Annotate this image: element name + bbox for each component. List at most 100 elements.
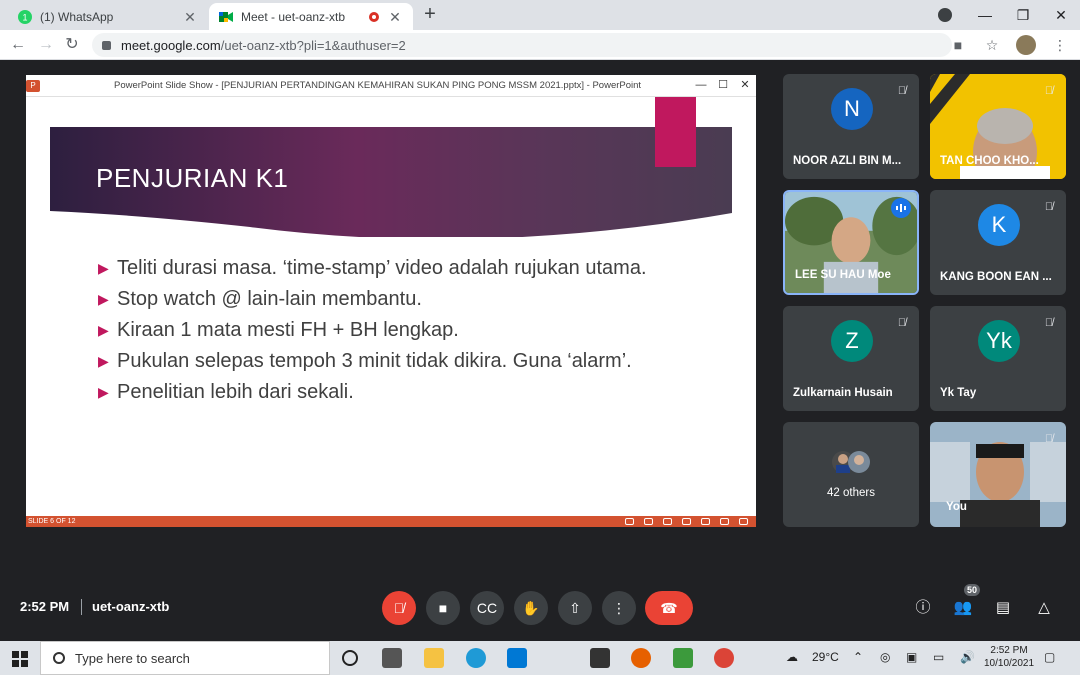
slide-counter: SLIDE 6 OF 12: [28, 518, 76, 525]
participant-tile[interactable]: 🎙̸ N NOOR AZLI BIN M...: [783, 74, 919, 179]
participant-name: Yk Tay: [940, 387, 977, 399]
participant-tile-active-speaker[interactable]: LEE SU HAU Moe: [783, 190, 919, 295]
camera-icon[interactable]: ■: [948, 35, 968, 55]
ppt-status-bar: SLIDE 6 OF 12: [26, 516, 756, 527]
participant-name: NOOR AZLI BIN M...: [793, 155, 902, 167]
minimize-icon[interactable]: —: [966, 7, 1004, 23]
weather-icon[interactable]: ☁: [786, 650, 798, 664]
meet-stage: P PowerPoint Slide Show - [PENJURIAN PER…: [0, 61, 1080, 641]
tab-whatsapp[interactable]: 1 (1) WhatsApp ✕: [8, 3, 208, 30]
people-icon[interactable]: 👥: [952, 597, 974, 619]
store-icon[interactable]: [590, 648, 610, 668]
others-tile[interactable]: 42 others: [783, 422, 919, 527]
menu-icon[interactable]: ⋮: [1050, 35, 1070, 55]
participant-name: Zulkarnain Husain: [793, 387, 893, 399]
firefox-icon[interactable]: [631, 648, 651, 668]
whatsapp-icon: 1: [18, 9, 32, 24]
minimize-icon[interactable]: —: [690, 75, 712, 97]
chat-icon[interactable]: ▤: [992, 597, 1014, 619]
reading-view-icon[interactable]: [720, 518, 729, 525]
restore-icon[interactable]: ❐: [1004, 7, 1042, 24]
chrome-icon[interactable]: [714, 648, 734, 668]
triangle-bullet-icon: ▶: [98, 353, 109, 369]
list-item: ▶ Kiraan 1 mata mesti FH + BH lengkap.: [98, 319, 459, 341]
taskbar-clock[interactable]: 2:52 PM 10/10/2021: [984, 644, 1034, 670]
reload-icon[interactable]: ↻: [62, 35, 82, 55]
mic-off-icon: 🎙̸: [1044, 317, 1054, 329]
address-bar[interactable]: meet.google.com/uet-oanz-xtb?pli=1&authu…: [92, 33, 952, 57]
app-icon[interactable]: [673, 648, 693, 668]
taskbar: Type here to search ☁ 29°C ⌃ ◎ ▣ ▭ 🔊 2:5…: [0, 641, 1080, 675]
grid-view-icon[interactable]: [701, 518, 710, 525]
window-controls: — ❐ ✕: [966, 0, 1080, 30]
back-icon[interactable]: ←: [8, 35, 28, 55]
more-options-button[interactable]: ⋮: [602, 591, 636, 625]
participant-name: TAN CHOO KHO...: [940, 155, 1039, 167]
raise-hand-button[interactable]: ✋: [514, 591, 548, 625]
avatar: K: [978, 204, 1020, 246]
close-tab-icon[interactable]: ✕: [387, 9, 403, 25]
self-tile[interactable]: 🎙̸ You: [930, 422, 1066, 527]
avatar: Z: [831, 320, 873, 362]
leave-call-button[interactable]: ☎: [645, 591, 693, 625]
mic-toggle-button[interactable]: 🎙̸: [382, 591, 416, 625]
meet-icon: [219, 10, 233, 24]
info-icon[interactable]: ⓘ: [912, 597, 934, 619]
volume-icon[interactable]: 🔊: [960, 650, 975, 664]
triangle-bullet-icon: ▶: [98, 260, 109, 276]
bookmark-star-icon[interactable]: ☆: [982, 35, 1002, 55]
weather-temp[interactable]: 29°C: [812, 650, 839, 664]
chevron-up-icon[interactable]: ⌃: [853, 650, 863, 664]
edge-icon[interactable]: [466, 648, 486, 668]
battery-icon[interactable]: ▭: [933, 650, 944, 664]
close-window-icon[interactable]: ✕: [1042, 7, 1080, 24]
ppt-window-title: PowerPoint Slide Show - [PENJURIAN PERTA…: [114, 80, 642, 91]
slideshow-icon[interactable]: [739, 518, 748, 525]
others-avatars: [832, 451, 870, 473]
tray-icon[interactable]: ◎: [880, 650, 890, 664]
normal-view-icon[interactable]: [682, 518, 691, 525]
forward-icon[interactable]: →: [36, 35, 56, 55]
tab-title: (1) WhatsApp: [40, 9, 114, 24]
url-host: meet.google.com: [121, 37, 221, 53]
previous-slide-icon[interactable]: [625, 518, 634, 525]
next-slide-icon[interactable]: [663, 518, 672, 525]
participant-tile[interactable]: 🎙̸ TAN CHOO KHO...: [930, 74, 1066, 179]
participant-tile[interactable]: 🎙̸ K KANG BOON EAN ...: [930, 190, 1066, 295]
participant-name: LEE SU HAU Moe: [795, 269, 891, 281]
participant-tile[interactable]: 🎙̸ Z Zulkarnain Husain: [783, 306, 919, 411]
close-window-icon[interactable]: ✕: [734, 75, 756, 97]
present-button[interactable]: ⇧: [558, 591, 592, 625]
recording-icon: [369, 11, 379, 22]
cortana-icon[interactable]: [342, 650, 358, 666]
others-count: 42 others: [827, 487, 875, 499]
svg-text:1: 1: [22, 12, 27, 22]
activities-icon[interactable]: △: [1033, 597, 1055, 619]
tab-title: Meet - uet-oanz-xtb: [241, 9, 346, 24]
captions-button[interactable]: CC: [470, 591, 504, 625]
mic-off-icon: 🎙̸: [897, 317, 907, 329]
participant-tile[interactable]: 🎙̸ Yk Yk Tay: [930, 306, 1066, 411]
participant-count-badge: 50: [964, 584, 981, 596]
ppt-title-bar: P PowerPoint Slide Show - [PENJURIAN PER…: [26, 75, 756, 97]
file-explorer-icon[interactable]: [424, 648, 444, 668]
task-view-icon[interactable]: [382, 648, 402, 668]
taskbar-search-input[interactable]: Type here to search: [40, 641, 330, 675]
new-tab-button[interactable]: +: [420, 4, 440, 24]
slide-heading: PENJURIAN K1: [96, 163, 289, 193]
camera-toggle-button[interactable]: ■: [426, 591, 460, 625]
restore-icon[interactable]: ☐: [712, 75, 734, 97]
meeting-time: 2:52 PM: [20, 599, 70, 614]
tab-search-icon[interactable]: [938, 8, 952, 22]
avatar: Yk: [978, 320, 1020, 362]
close-tab-icon[interactable]: ✕: [182, 9, 198, 25]
menu-icon[interactable]: [644, 518, 653, 525]
mail-icon[interactable]: [507, 648, 527, 668]
list-item: ▶ Pukulan selepas tempoh 3 minit tidak di…: [98, 350, 632, 372]
avatar[interactable]: [1016, 35, 1036, 55]
notifications-icon[interactable]: ▢: [1044, 650, 1055, 664]
navigation-bar: ← → ↻ meet.google.com/uet-oanz-xtb?pli=1…: [0, 30, 1080, 60]
tab-meet[interactable]: Meet - uet-oanz-xtb ✕: [209, 3, 413, 30]
tray-icon[interactable]: ▣: [906, 650, 917, 664]
windows-start-icon[interactable]: [12, 651, 28, 667]
